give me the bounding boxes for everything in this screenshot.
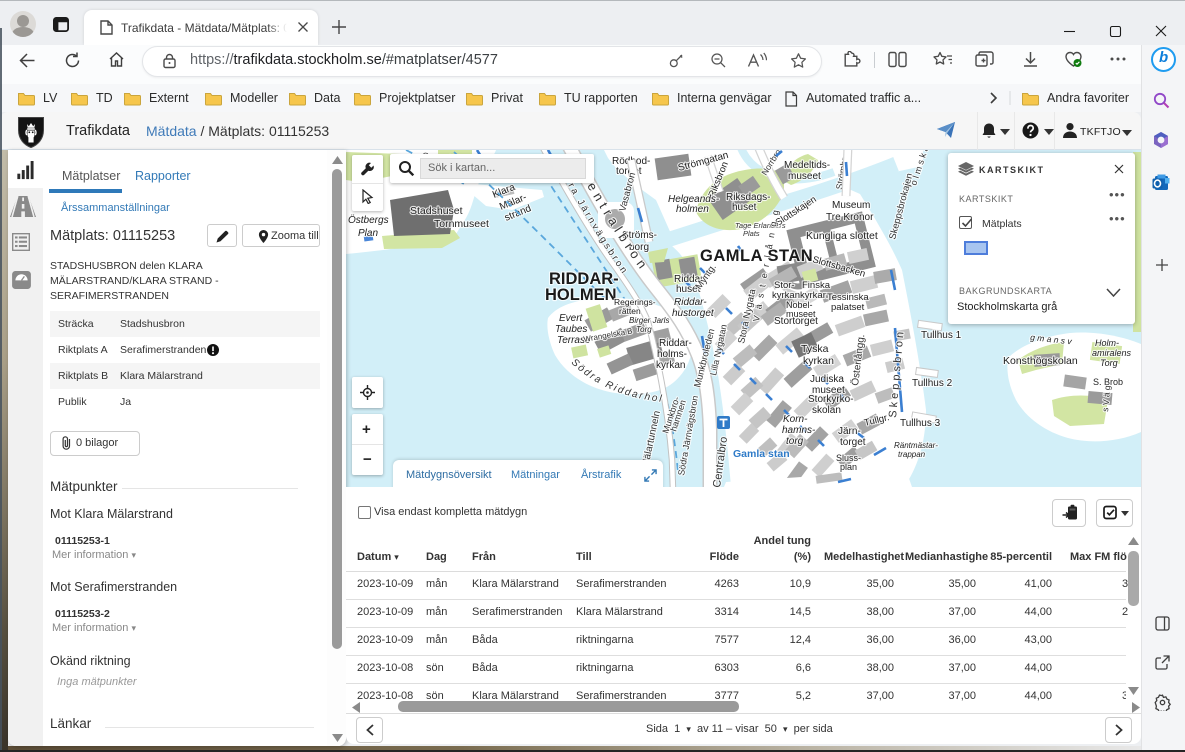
svg-text:Data: Data [314,91,340,105]
svg-text:Korn-: Korn- [783,414,808,425]
svg-text:Tullhus 2: Tullhus 2 [912,378,953,389]
svg-text:Räntmästar-: Räntmästar- [894,441,938,450]
svg-text:Modeller: Modeller [230,91,278,105]
svg-text:torg: torg [786,436,804,447]
svg-text:holmen: holmen [676,204,709,215]
svg-text:Gamla stan: Gamla stan [733,448,790,460]
svg-text:Externt: Externt [149,91,189,105]
svg-text:Tyska: Tyska [801,343,829,355]
svg-text:skolan: skolan [812,405,841,416]
svg-text:Evert: Evert [559,313,584,324]
svg-text:Torg: Torg [1100,358,1118,368]
svg-text:palatset: palatset [831,302,865,313]
svg-text:Tre Kronor: Tre Kronor [826,212,874,223]
svg-text:plan: plan [840,462,857,472]
svg-text:Privat: Privat [491,91,523,105]
svg-text:rätten: rätten [619,306,641,316]
svg-text:TD: TD [96,91,113,105]
svg-text:Tornmuseet: Tornmuseet [434,218,489,230]
svg-text:Stortorget: Stortorget [774,316,818,327]
svg-text:Museum: Museum [832,200,870,211]
svg-text:hustorget: hustorget [672,308,715,319]
svg-text:Projektplatser: Projektplatser [379,91,455,105]
svg-text:HOLMEN: HOLMEN [545,286,617,304]
svg-text:Taubes: Taubes [555,324,587,335]
svg-text:kyrkan: kyrkan [656,360,685,371]
svg-text:Automated traffic a...: Automated traffic a... [806,91,921,105]
svg-text:Storkyrko-: Storkyrko- [808,394,854,405]
svg-text:LV: LV [43,91,58,105]
svg-text:Interna genvägar: Interna genvägar [677,91,772,105]
svg-text:Holm-: Holm- [1095,338,1119,348]
svg-text:GAMLA STAN: GAMLA STAN [700,247,813,265]
svg-text:Torg: Torg [636,325,652,334]
svg-text:Östbergs: Östbergs [348,214,389,226]
svg-text:Riddar-: Riddar- [674,297,707,308]
svg-text:kyrkan: kyrkan [803,355,834,367]
svg-text:torget: torget [840,437,866,448]
svg-text:Tullhus 1: Tullhus 1 [921,330,962,341]
svg-text:Stadshuset: Stadshuset [410,205,463,217]
svg-text:Plan: Plan [358,228,378,239]
svg-text:holms-: holms- [657,349,687,360]
svg-text:Birger Jarls: Birger Jarls [629,316,669,325]
svg-text:trappan: trappan [898,450,926,459]
svg-text:Konsthögskolan: Konsthögskolan [1003,355,1078,367]
svg-text:Riddar-: Riddar- [659,338,692,349]
svg-text:huset: huset [732,202,757,213]
svg-text:Järn-: Järn- [838,426,861,437]
svg-text:TU rapporten: TU rapporten [564,91,638,105]
svg-text:hamns-: hamns- [782,425,816,436]
svg-text:Plats: Plats [743,229,760,238]
svg-text:Andra favoriter: Andra favoriter [1047,91,1129,105]
svg-text:Tullhus 3: Tullhus 3 [900,418,941,429]
svg-text:museet: museet [788,171,821,182]
svg-text:Medeltids-: Medeltids- [784,160,830,171]
svg-text:Kungliga slottet: Kungliga slottet [806,230,878,242]
svg-text:amiralens: amiralens [1092,348,1132,358]
svg-text:Judiska: Judiska [810,374,844,385]
